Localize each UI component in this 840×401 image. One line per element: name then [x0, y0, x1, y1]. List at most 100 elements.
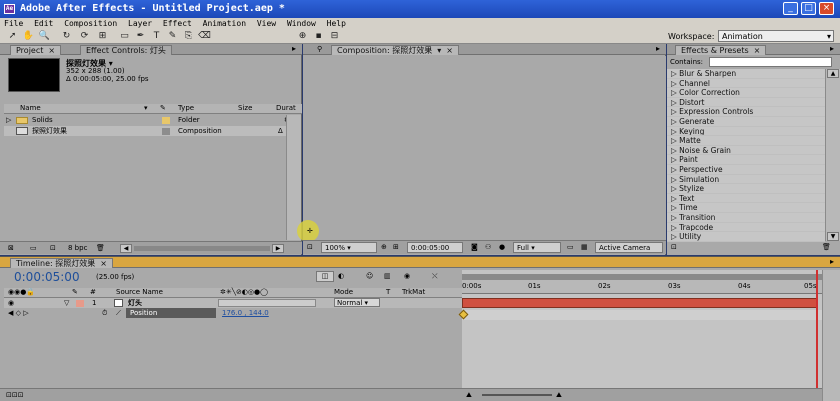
- menu-composition[interactable]: Composition: [64, 19, 117, 28]
- interpret-footage-icon[interactable]: ⊠: [8, 244, 14, 252]
- graph-editor-icon[interactable]: ⤬: [432, 272, 438, 281]
- panel-menu-icon[interactable]: ▸: [292, 44, 296, 53]
- zoom-slider[interactable]: [482, 394, 552, 396]
- current-time-field[interactable]: 0:00:05:00: [407, 242, 463, 253]
- close-icon[interactable]: ×: [446, 46, 453, 55]
- effect-category-item[interactable]: ▷ Simulation: [667, 174, 825, 185]
- scroll-right-icon[interactable]: ▶: [272, 244, 284, 253]
- layer-row[interactable]: ◉ ▽ 1 灯头 Normal ▾: [4, 298, 462, 308]
- close-button[interactable]: ×: [819, 2, 834, 15]
- zoom-dropdown[interactable]: 100% ▾: [321, 242, 377, 253]
- keyframe-nav-icon[interactable]: ◀ ◇ ▷: [8, 308, 29, 318]
- tab-composition[interactable]: Composition: 探照灯效果 ▾ ×: [331, 45, 459, 55]
- pen-tool-icon[interactable]: ✒: [134, 31, 147, 42]
- effect-category-item[interactable]: ▷ Paint: [667, 155, 825, 165]
- layer-name[interactable]: 灯头: [128, 298, 142, 308]
- label-color-swatch[interactable]: [162, 128, 170, 135]
- comp-mini-flowchart-icon[interactable]: ◫: [316, 271, 334, 282]
- layer-switches[interactable]: [218, 299, 316, 307]
- effect-category-item[interactable]: ▷ Trapcode: [667, 222, 825, 233]
- close-icon[interactable]: ×: [754, 46, 761, 55]
- composition-viewer[interactable]: [303, 56, 666, 240]
- panel-menu-icon[interactable]: ▸: [830, 257, 834, 266]
- frame-blending-icon[interactable]: ▥: [384, 272, 391, 280]
- effect-category-item[interactable]: ▷ Text: [667, 193, 825, 204]
- time-ruler[interactable]: 0:00s 01s 02s 03s 04s 05s: [462, 280, 822, 294]
- label-color-swatch[interactable]: [162, 117, 170, 124]
- menu-effect[interactable]: Effect: [163, 19, 192, 28]
- eraser-tool-icon[interactable]: ⌫: [198, 31, 211, 42]
- effect-category-item[interactable]: ▷ Color Correction: [667, 88, 825, 98]
- project-row[interactable]: 探照灯效果 Composition Δ: [4, 126, 286, 136]
- brush-tool-icon[interactable]: ✎: [166, 31, 179, 42]
- safe-zones-icon[interactable]: ⊕: [381, 243, 387, 251]
- layer-duration-bar[interactable]: [462, 298, 818, 308]
- scroll-up-icon[interactable]: ▲: [827, 69, 839, 78]
- transparency-grid-icon[interactable]: ▦: [581, 243, 588, 251]
- clone-stamp-icon[interactable]: ⎘: [182, 31, 195, 42]
- chevron-down-icon[interactable]: ▾: [437, 46, 441, 55]
- show-snapshot-icon[interactable]: ⚇: [485, 243, 491, 251]
- position-value[interactable]: 176.0 , 144.0: [222, 308, 269, 318]
- toggle-switches-icon[interactable]: ⊡⊡⊡: [6, 391, 24, 399]
- effect-category-item[interactable]: ▷ Noise & Grain: [667, 145, 825, 156]
- trash-icon[interactable]: 🗑: [96, 244, 105, 252]
- effect-category-item[interactable]: ▷ Perspective: [667, 164, 825, 175]
- graph-icon[interactable]: ⟋: [116, 308, 121, 318]
- zoom-out-icon[interactable]: ⛰: [466, 391, 472, 400]
- zoom-in-icon[interactable]: ⛰: [556, 391, 562, 400]
- menu-file[interactable]: File: [4, 19, 23, 28]
- menu-edit[interactable]: Edit: [34, 19, 53, 28]
- trash-icon[interactable]: 🗑: [822, 243, 831, 251]
- tab-timeline[interactable]: Timeline: 探照灯效果 ×: [10, 258, 113, 268]
- orbit-camera-icon[interactable]: ⟳: [78, 31, 91, 42]
- col-type[interactable]: Type: [178, 104, 194, 113]
- close-icon[interactable]: ×: [48, 46, 55, 55]
- scroll-left-icon[interactable]: ◀: [120, 244, 132, 253]
- axis-mode-icon[interactable]: ⊕: [296, 31, 309, 42]
- world-axis-icon[interactable]: ▪: [312, 31, 325, 42]
- new-comp-icon[interactable]: ⊡: [50, 244, 56, 252]
- expand-triangle-icon[interactable]: ▽: [64, 298, 69, 308]
- col-name[interactable]: Name: [20, 104, 41, 113]
- workspace-dropdown[interactable]: Animation ▾: [718, 30, 834, 42]
- col-trkmat[interactable]: TrkMat: [402, 288, 425, 297]
- tab-effect-controls[interactable]: Effect Controls: 灯头: [80, 45, 172, 55]
- text-tool-icon[interactable]: T: [150, 31, 163, 42]
- menu-window[interactable]: Window: [287, 19, 316, 28]
- col-duration[interactable]: Durat: [276, 104, 296, 113]
- project-row[interactable]: ▷ Solids Folder ⚙: [4, 115, 290, 125]
- hand-tool-icon[interactable]: ✋: [22, 31, 35, 42]
- channels-icon[interactable]: ●: [499, 243, 505, 251]
- col-t[interactable]: T: [386, 288, 390, 297]
- label-color-swatch[interactable]: [76, 300, 84, 307]
- effect-category-item[interactable]: ▷ Blur & Sharpen: [667, 69, 825, 79]
- effect-category-item[interactable]: ▷ Generate: [667, 116, 825, 127]
- eye-icon[interactable]: ◉: [8, 298, 14, 308]
- current-time-indicator[interactable]: [816, 270, 818, 401]
- bit-depth-label[interactable]: 8 bpc: [68, 244, 87, 252]
- view-dropdown[interactable]: Active Camera: [595, 242, 663, 253]
- effect-category-item[interactable]: ▷ Matte: [667, 136, 825, 146]
- col-source-name[interactable]: Source Name: [116, 288, 163, 297]
- menu-view[interactable]: View: [257, 19, 276, 28]
- panel-menu-icon[interactable]: ▸: [656, 44, 660, 53]
- mask-tool-icon[interactable]: ▭: [118, 31, 131, 42]
- effect-category-item[interactable]: ▷ Keying: [667, 126, 825, 137]
- effect-category-item[interactable]: ▷ Transition: [667, 212, 825, 223]
- minimize-button[interactable]: _: [783, 2, 798, 15]
- new-preset-icon[interactable]: ⊡: [671, 243, 677, 251]
- effect-category-item[interactable]: ▷ Channel: [667, 78, 825, 89]
- tab-project[interactable]: Project ×: [10, 45, 62, 55]
- effect-category-item[interactable]: ▷ Utility: [667, 232, 825, 242]
- motion-blur-icon[interactable]: ◉: [404, 272, 410, 280]
- maximize-button[interactable]: □: [801, 2, 816, 15]
- menu-layer[interactable]: Layer: [128, 19, 152, 28]
- lock-icon[interactable]: ⚲: [317, 45, 322, 53]
- blend-mode-dropdown[interactable]: Normal ▾: [334, 298, 380, 307]
- snapshot-icon[interactable]: ◙: [471, 243, 478, 251]
- hide-shy-icon[interactable]: ☺: [366, 272, 373, 280]
- col-size[interactable]: Size: [238, 104, 252, 113]
- expand-triangle-icon[interactable]: ▷: [6, 115, 11, 125]
- property-row[interactable]: ◀ ◇ ▷ ⏱ ⟋ Position 176.0 , 144.0: [4, 308, 462, 318]
